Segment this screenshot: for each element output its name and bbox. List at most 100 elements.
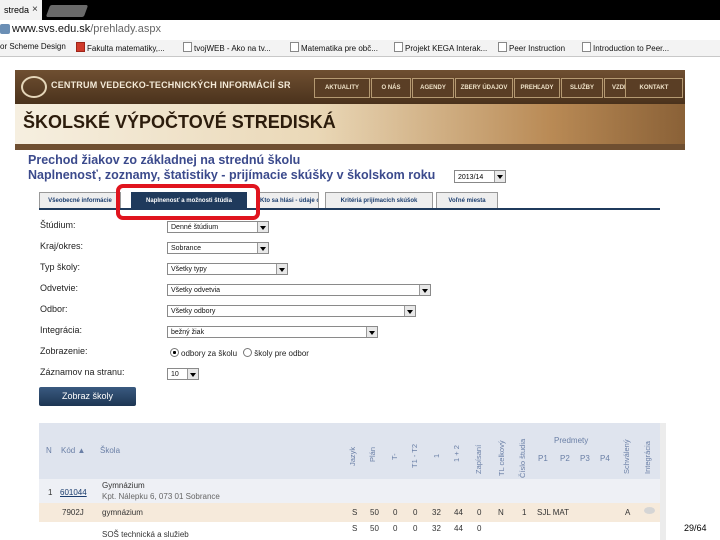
odvetvie-select[interactable]: Všetky odvetvia <box>167 284 431 296</box>
bookmark-page-icon <box>290 42 299 52</box>
th-kod[interactable]: Kód ▲ <box>61 446 85 455</box>
zobrazenie-options: odbory za školu školy pre odbor <box>170 348 309 358</box>
browser-tab-bar: streda × <box>0 0 720 20</box>
th-predmety: Predmety <box>554 436 589 445</box>
row3-t: 0 <box>393 524 398 533</box>
chevron-down-icon <box>257 222 268 232</box>
row1-skola-address: Kpt. Nálepku 6, 073 01 Sobrance <box>102 492 220 501</box>
cvti-logo-icon[interactable] <box>21 76 47 98</box>
th-zapisani: Zapísaní <box>474 444 483 474</box>
th-p4: P4 <box>600 454 610 463</box>
row3-t1t2: 0 <box>413 524 418 533</box>
site-header: CENTRUM VEDECKO-TECHNICKÝCH INFORMÁCIÍ S… <box>15 70 685 104</box>
row3-plan: 50 <box>370 524 379 533</box>
address-url[interactable]: www.svs.edu.sk/prehlady.aspx <box>12 23 161 35</box>
th-p1: P1 <box>538 454 548 463</box>
radio-label-odbory: odbory za školu <box>181 349 238 358</box>
th-cislo: Číslo študia <box>518 438 527 478</box>
highlight-annotation <box>116 184 260 220</box>
row2-t: 0 <box>393 508 398 517</box>
radio-label-skoly: školy pre odbor <box>254 349 309 358</box>
bookmark-page-icon <box>498 42 507 52</box>
site-logo-text[interactable]: CENTRUM VEDECKO-TECHNICKÝCH INFORMÁCIÍ S… <box>51 80 291 90</box>
zaznamov-value: 10 <box>171 371 179 378</box>
filter-label-integracia: Integrácia: <box>40 325 83 335</box>
th-integracia: Integrácia <box>643 441 652 474</box>
address-bar[interactable]: www.svs.edu.sk/prehlady.aspx <box>0 20 720 41</box>
tab-kriteria[interactable]: Kritériá prijímacích skúšok <box>325 192 433 209</box>
th-tl: TL celkový <box>497 440 506 476</box>
tab-volne-miesta[interactable]: Voľné miesta <box>436 192 498 209</box>
banner-title: ŠKOLSKÉ VÝPOČTOVÉ STREDISKÁ <box>23 112 336 132</box>
nav-prehlady[interactable]: PREHĽADY <box>514 78 560 98</box>
table-scrollbar[interactable] <box>660 423 666 540</box>
bookmark-item[interactable]: Projekt KEGA Interak... <box>394 42 487 53</box>
filter-label-zobrazenie: Zobrazenie: <box>40 346 88 356</box>
nav-sluzby[interactable]: SLUŽBY <box>561 78 603 98</box>
row1-kod-link[interactable]: 601044 <box>60 488 87 497</box>
radio-odbory-za-skolu[interactable] <box>170 348 179 357</box>
bookmark-label: Matematika pre obč... <box>301 44 378 53</box>
row3-zapisani: 0 <box>477 524 482 533</box>
th-jazyk: Jazyk <box>348 446 357 466</box>
bookmark-item[interactable]: Matematika pre obč... <box>290 42 378 53</box>
odbor-value: Všetky odbory <box>171 308 216 315</box>
bookmark-item[interactable]: tvojWEB - Ako na tv... <box>183 42 271 53</box>
bookmark-item[interactable]: or Scheme Design <box>0 42 66 51</box>
filter-label-kraj: Kraj/okres: <box>40 241 84 251</box>
nav-aktuality[interactable]: AKTUALITY <box>314 78 370 98</box>
integracia-select[interactable]: bežný žiak <box>167 326 378 338</box>
bookmark-label: Fakulta matematiky,... <box>87 44 165 53</box>
url-domain: www.svs.edu.sk <box>12 23 91 35</box>
tab-kto-sa-hlasi[interactable]: Kto sa hlási - údaje o škole <box>257 192 319 209</box>
bookmark-page-icon <box>394 42 403 52</box>
radio-skoly-pre-odbor[interactable] <box>243 348 253 357</box>
nav-kontakt[interactable]: KONTAKT <box>625 78 683 98</box>
zobraz-skoly-button[interactable]: Zobraz školy <box>39 387 136 406</box>
row2-schvaleny: A <box>625 508 631 517</box>
page-heading: Prechod žiakov zo základnej na strednú š… <box>28 153 301 167</box>
bookmark-item[interactable]: Peer Instruction <box>498 42 565 53</box>
odbor-select[interactable]: Všetky odbory <box>167 305 416 317</box>
nav-agendy[interactable]: AGENDY <box>412 78 454 98</box>
filter-label-typ: Typ školy: <box>40 262 81 272</box>
integracia-value: bežný žiak <box>171 329 205 336</box>
browser-tab-title: streda <box>4 5 30 15</box>
school-year-select[interactable]: 2013/14 <box>454 170 506 183</box>
th-t1t2: T1 - T2 <box>410 443 419 468</box>
chevron-down-icon <box>257 243 268 253</box>
nav-o-nas[interactable]: O NÁS <box>371 78 411 98</box>
zaznamov-select[interactable]: 10 <box>167 368 199 380</box>
bookmark-item[interactable]: Introduction to Peer... <box>582 42 669 53</box>
th-skola[interactable]: Škola <box>100 446 120 455</box>
bookmark-label: or Scheme Design <box>0 42 66 51</box>
nav-zbery-udajov[interactable]: ZBERY ÚDAJOV <box>455 78 513 98</box>
close-tab-icon[interactable]: × <box>32 4 38 15</box>
studium-select[interactable]: Denné štúdium <box>167 221 269 233</box>
comment-icon[interactable] <box>644 507 655 514</box>
row1-skola-name: Gymnázium <box>102 481 145 490</box>
th-p3: P3 <box>580 454 590 463</box>
kraj-select[interactable]: Sobrance <box>167 242 269 254</box>
th-ln2: 1 + 2 <box>452 445 461 462</box>
typ-skoly-select[interactable]: Všetky typy <box>167 263 288 275</box>
th-schvaleny: Schválený <box>622 439 631 474</box>
row2-t1t2: 0 <box>413 508 418 517</box>
row2-kod: 7902J <box>62 508 84 517</box>
row2-cislo: 1 <box>522 508 527 517</box>
filter-label-studium: Štúdium: <box>40 220 76 230</box>
bookmark-item[interactable]: Fakulta matematiky,... <box>76 42 165 53</box>
chevron-down-icon <box>366 327 377 337</box>
th-p2: P2 <box>560 454 570 463</box>
browser-tab[interactable]: streda × <box>0 0 42 20</box>
th-one: 1 <box>432 453 441 458</box>
row1-n: 1 <box>48 488 53 497</box>
bookmark-fmfi-icon <box>76 42 85 52</box>
site-banner: ŠKOLSKÉ VÝPOČTOVÉ STREDISKÁ <box>15 104 685 144</box>
row2-ln2: 44 <box>454 508 463 517</box>
row2-one: 32 <box>432 508 441 517</box>
new-tab-button[interactable] <box>45 5 89 17</box>
filter-label-odvetvie: Odvetvie: <box>40 283 79 293</box>
tab-vseobecne-informacie[interactable]: Všeobecné informácie <box>39 192 121 209</box>
chevron-down-icon <box>404 306 415 316</box>
